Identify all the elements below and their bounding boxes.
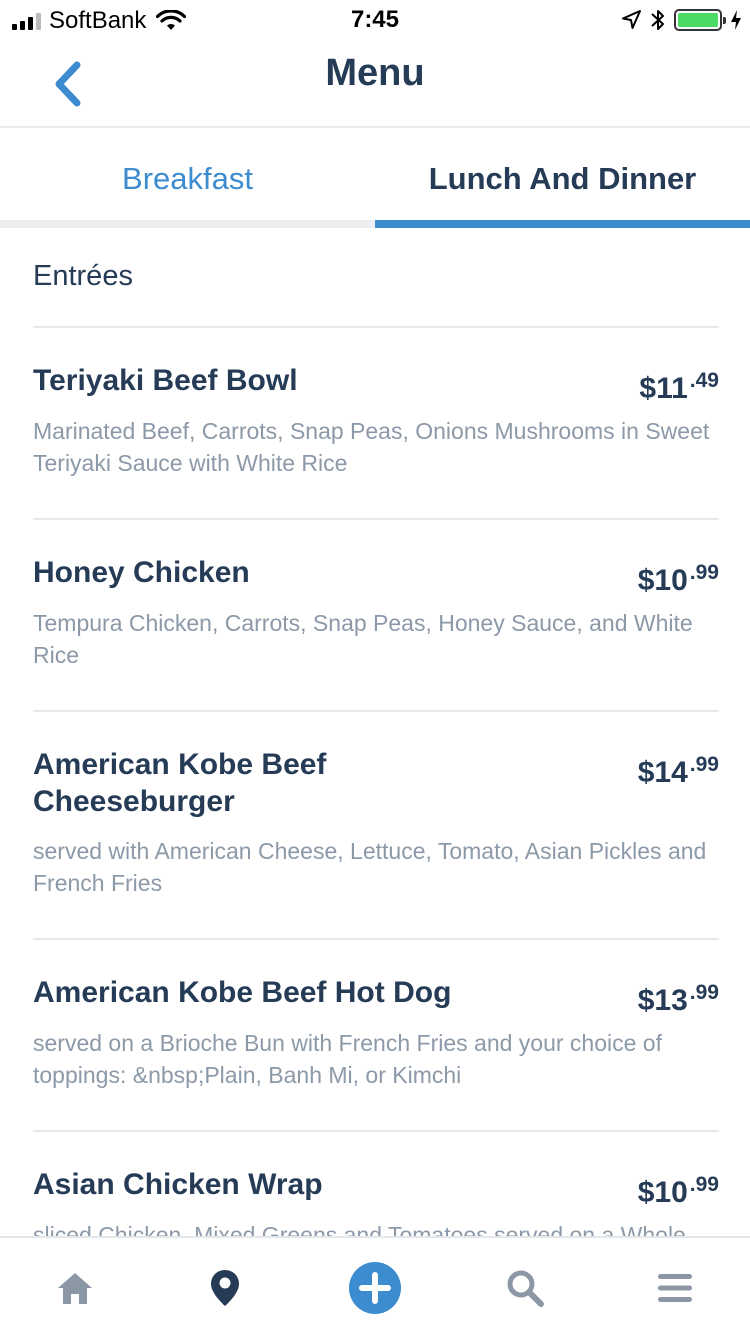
menu-item[interactable]: American Kobe Beef Hot Dog $13.99 served…	[33, 974, 719, 1154]
item-description: sliced Chicken, Mixed Greens and Tomatoe…	[33, 1222, 686, 1236]
search-icon	[507, 1270, 544, 1307]
price-cents: .49	[689, 369, 719, 392]
item-name: American Kobe Beef Cheeseburger	[33, 748, 327, 818]
price-dollars: $14	[637, 756, 688, 789]
page-title: Menu	[325, 52, 425, 94]
price-cents: .99	[689, 1173, 719, 1196]
divider	[33, 710, 719, 712]
divider	[33, 938, 719, 940]
menu-item[interactable]: Honey Chicken $10.99 Tempura Chicken, Ca…	[33, 554, 719, 734]
menu-item[interactable]: American Kobe Beef Cheeseburger $14.99 s…	[33, 746, 719, 962]
menu-tabs: Breakfast Lunch And Dinner	[0, 130, 750, 228]
menu-list[interactable]: Entrées Teriyaki Beef Bowl $11.49 Marina…	[0, 228, 750, 1236]
active-tab-indicator	[375, 220, 750, 228]
status-right	[620, 6, 742, 34]
item-description: served on a Brioche Bun with French Frie…	[33, 1030, 662, 1088]
tab-breakfast[interactable]: Breakfast	[0, 130, 375, 228]
nav-map-button[interactable]	[150, 1240, 300, 1334]
item-name: Honey Chicken	[33, 556, 250, 589]
item-name: American Kobe Beef Hot Dog	[33, 976, 452, 1009]
home-icon	[58, 1273, 92, 1304]
plus-circle-icon	[349, 1262, 401, 1314]
tab-track	[0, 220, 375, 228]
item-price: $10.99	[638, 1166, 719, 1211]
bottom-tab-bar	[0, 1236, 750, 1334]
price-dollars: $10	[637, 564, 688, 597]
menu-item[interactable]: Teriyaki Beef Bowl $11.49 Marinated Beef…	[33, 362, 719, 542]
nav-search-button[interactable]	[450, 1240, 600, 1334]
item-price: $11.49	[639, 362, 719, 407]
hamburger-menu-icon	[658, 1274, 692, 1302]
price-cents: .99	[689, 981, 719, 1004]
bluetooth-icon	[651, 10, 664, 30]
section-heading: Entrées	[33, 260, 133, 292]
nav-header: Menu	[0, 40, 750, 128]
item-description: Tempura Chicken, Carrots, Snap Peas, Hon…	[33, 610, 693, 668]
divider	[33, 518, 719, 520]
map-pin-icon	[211, 1270, 239, 1306]
item-description: served with American Cheese, Lettuce, To…	[33, 838, 707, 896]
charging-bolt-icon	[731, 10, 741, 30]
price-dollars: $10	[637, 1176, 688, 1209]
price-dollars: $13	[637, 984, 688, 1017]
divider	[33, 1130, 719, 1132]
nav-more-button[interactable]	[600, 1240, 750, 1334]
status-bar: SoftBank 7:45	[0, 0, 750, 40]
item-description: Marinated Beef, Carrots, Snap Peas, Onio…	[33, 418, 710, 476]
item-name: Asian Chicken Wrap	[33, 1168, 323, 1201]
item-price: $14.99	[638, 746, 719, 791]
nav-add-button[interactable]	[300, 1240, 450, 1334]
nav-home-button[interactable]	[0, 1240, 150, 1334]
item-price: $13.99	[638, 974, 719, 1019]
price-cents: .99	[689, 561, 719, 584]
tab-lunch-and-dinner[interactable]: Lunch And Dinner	[375, 130, 750, 228]
item-price: $10.99	[638, 554, 719, 599]
price-cents: .99	[689, 753, 719, 776]
location-arrow-icon	[622, 10, 641, 29]
price-dollars: $11	[639, 372, 688, 405]
divider	[33, 326, 719, 328]
item-name: Teriyaki Beef Bowl	[33, 364, 298, 397]
battery-icon	[674, 9, 726, 31]
menu-item[interactable]: Asian Chicken Wrap $10.99 sliced Chicken…	[33, 1166, 719, 1236]
